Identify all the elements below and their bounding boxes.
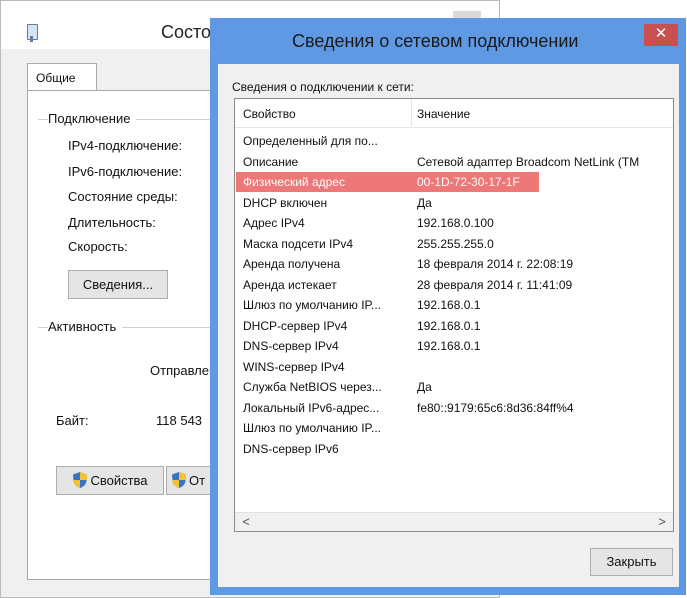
duration-label: Длительность: (68, 215, 156, 230)
horizontal-scrollbar[interactable]: < > (235, 512, 673, 531)
value-cell: 255.255.255.0 (417, 236, 494, 251)
property-cell: Локальный IPv6-адрес... (243, 400, 380, 415)
activity-group-label: Активность (48, 319, 123, 334)
sent-label: Отправлен (150, 363, 217, 378)
properties-button-label: Свойства (90, 473, 148, 488)
property-cell: Определенный для по... (243, 134, 378, 148)
property-cell: Адрес IPv4 (243, 216, 305, 230)
value-cell: 192.168.0.100 (417, 216, 494, 230)
list-item[interactable]: Шлюз по умолчанию IP... 192.168.0.1 (235, 295, 673, 316)
property-cell: Описание (243, 154, 299, 169)
column-header-property[interactable]: Свойство (243, 107, 296, 121)
column-header-value[interactable]: Значение (417, 107, 470, 121)
value-cell: 00-1D-72-30-17-1F (417, 175, 520, 189)
disable-button[interactable]: От (166, 466, 216, 495)
property-cell: WINS-сервер IPv4 (243, 359, 345, 374)
list-item[interactable]: Маска подсети IPv4 255.255.255.0 (235, 234, 673, 255)
list-item[interactable]: Локальный IPv6-адрес... fe80::9179:65c6:8… (235, 398, 673, 419)
property-cell: DNS-сервер IPv4 (243, 339, 339, 353)
property-cell: Шлюз по умолчанию IP... (243, 298, 381, 312)
list-header: Свойство Значение (235, 99, 673, 128)
list-item[interactable]: DNS-сервер IPv6 (235, 439, 673, 460)
bytes-sent-value: 118 543 (156, 413, 203, 428)
list-item[interactable]: Адрес IPv4 192.168.0.100 (235, 213, 673, 234)
uac-shield-icon (172, 472, 186, 489)
list-item[interactable]: Аренда истекает 28 февраля 2014 г. 11:41:… (235, 275, 673, 296)
property-cell: Шлюз по умолчанию IP... (243, 421, 381, 435)
properties-button[interactable]: Свойства (56, 466, 164, 495)
scroll-right-icon[interactable]: > (653, 513, 671, 531)
property-cell: Аренда получена (243, 257, 341, 271)
property-cell: DHCP-сервер IPv4 (243, 318, 348, 333)
list-item[interactable]: Аренда получена 18 февраля 2014 г. 22:08:… (235, 254, 673, 275)
property-cell: Маска подсети IPv4 (243, 236, 354, 251)
ipv6-connection-label: IPv6-подключение: (68, 164, 183, 179)
list-item-selected[interactable]: Физический адрес 00-1D-72-30-17-1F (235, 172, 673, 193)
connection-group-label: Подключение (48, 111, 137, 126)
value-cell: fe80::9179:65c6:8d36:84ff%4 (417, 400, 574, 415)
network-details-dialog: Сведения о сетевом подключении ✕ Сведени… (210, 18, 686, 595)
property-cell: DHCP включен (243, 195, 328, 210)
value-cell: Да (417, 380, 432, 394)
value-cell: 28 февраля 2014 г. 11:41:09 (417, 277, 573, 292)
uac-shield-icon (73, 472, 88, 489)
value-cell: 192.168.0.1 (417, 318, 481, 333)
value-cell: 18 февраля 2014 г. 22:08:19 (417, 257, 574, 271)
value-cell: 192.168.0.1 (417, 339, 481, 353)
tab-general[interactable]: Общие (27, 63, 97, 91)
speed-label: Скорость: (68, 239, 128, 254)
value-cell: Да (417, 195, 432, 210)
value-cell: Сетевой адаптер Broadcom NetLink (TM (417, 154, 640, 169)
list-item[interactable]: DNS-сервер IPv4 192.168.0.1 (235, 336, 673, 357)
network-details-client: Сведения о подключении к сети: Свойство … (218, 64, 679, 587)
ipv4-connection-label: IPv4-подключение: (68, 138, 183, 153)
value-cell: 192.168.0.1 (417, 298, 481, 312)
list-item[interactable]: Шлюз по умолчанию IP... (235, 418, 673, 439)
details-list[interactable]: Свойство Значение Определенный для по...… (234, 98, 674, 532)
bytes-label: Байт: (56, 413, 89, 428)
column-separator[interactable] (411, 99, 412, 126)
scroll-left-icon[interactable]: < (237, 513, 255, 531)
network-details-title: Сведения о сетевом подключении (292, 31, 579, 51)
status-dialog-title: Состо (161, 22, 212, 42)
details-button[interactable]: Сведения... (68, 270, 168, 299)
list-item[interactable]: Определенный для по... (235, 131, 673, 152)
list-item[interactable]: DHCP-сервер IPv4 192.168.0.1 (235, 316, 673, 337)
property-cell: DNS-сервер IPv6 (243, 441, 339, 456)
close-icon[interactable]: ✕ (644, 24, 678, 46)
property-cell: Физический адрес (243, 175, 345, 189)
close-button[interactable]: Закрыть (590, 548, 673, 576)
property-cell: Служба NetBIOS через... (243, 380, 382, 394)
property-cell: Аренда истекает (243, 277, 337, 292)
media-state-label: Состояние среды: (68, 189, 178, 204)
list-item[interactable]: Служба NetBIOS через... Да (235, 377, 673, 398)
network-adapter-icon (27, 24, 38, 42)
list-item[interactable]: DHCP включен Да (235, 193, 673, 214)
list-rows: Определенный для по... Описание Сетевой а… (235, 131, 673, 459)
disable-button-label: От (189, 473, 206, 488)
list-item[interactable]: Описание Сетевой адаптер Broadcom NetLink… (235, 152, 673, 173)
list-item[interactable]: WINS-сервер IPv4 (235, 357, 673, 378)
details-caption: Сведения о подключении к сети: (232, 80, 414, 94)
